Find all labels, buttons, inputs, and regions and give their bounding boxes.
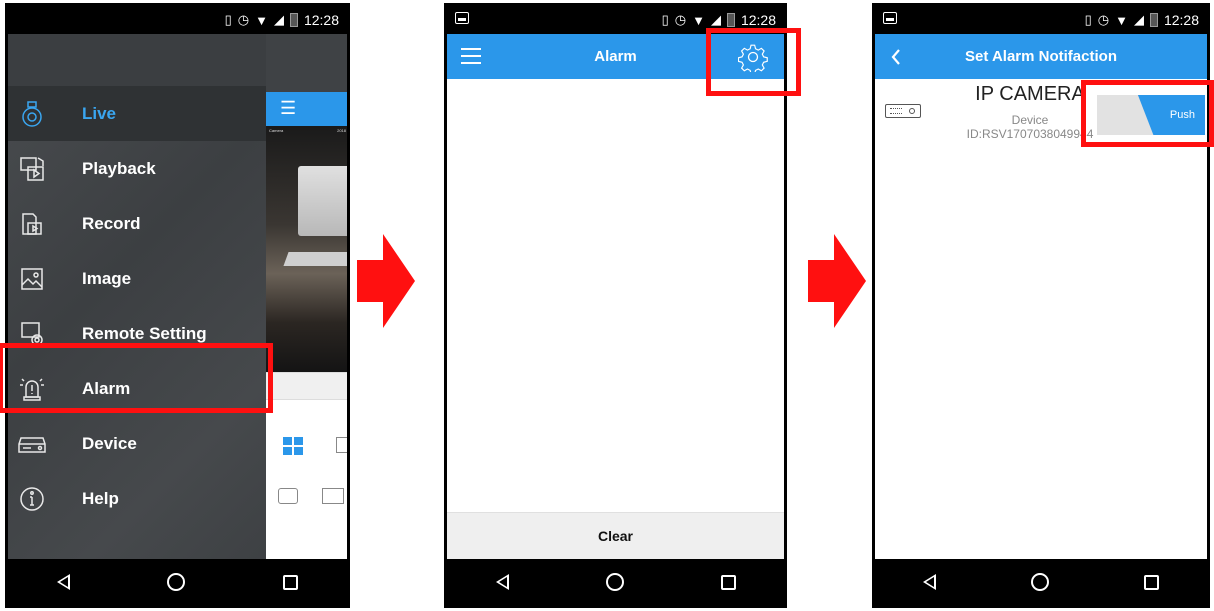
- menu-label-playback: Playback: [82, 158, 156, 178]
- phone-screen-menu: ▯ ◷ ▼ ◢ 12:28 ☰ Camera 2018 Live Playbac…: [5, 3, 350, 608]
- screenshot-notification-icon: [883, 12, 897, 24]
- image-icon: [18, 265, 46, 293]
- alarm-list: [447, 79, 784, 512]
- battery-icon: [1149, 13, 1158, 27]
- camera-label: Camera: [269, 128, 284, 133]
- monitor-icon[interactable]: [336, 437, 347, 453]
- alarm-clock-icon: ◷: [674, 12, 687, 27]
- screenshot-notification-icon: [455, 12, 469, 24]
- wifi-icon: ▼: [692, 12, 705, 28]
- alarm-clock-icon: ◷: [1097, 12, 1110, 27]
- menu-item-playback[interactable]: Playback: [8, 141, 266, 196]
- vibrate-icon: ▯: [661, 12, 669, 27]
- navigation-drawer: Live Playback Record Image Remote Settin…: [8, 86, 266, 559]
- camera-icon: [18, 100, 46, 128]
- peek-menu-icon[interactable]: ☰: [266, 92, 347, 126]
- dvr-icon: [885, 104, 921, 118]
- menu-label-device: Device: [82, 433, 137, 453]
- back-nav-icon[interactable]: [495, 574, 509, 590]
- signal-icon: ◢: [273, 12, 284, 27]
- highlight-settings-gear: [706, 28, 801, 96]
- menu-label-remote-setting: Remote Setting: [82, 323, 207, 343]
- alarm-clock-icon: ◷: [237, 12, 250, 27]
- vibrate-icon: ▯: [224, 12, 232, 27]
- home-nav-icon[interactable]: [1030, 573, 1049, 591]
- vibrate-icon: ▯: [1084, 12, 1092, 27]
- menu-item-record[interactable]: Record: [8, 196, 266, 251]
- peek-strip: [266, 372, 347, 400]
- recents-nav-icon[interactable]: [720, 574, 736, 590]
- drawer-header: [8, 34, 266, 86]
- page-title: Set Alarm Notifaction: [965, 48, 1117, 65]
- status-time: 12:28: [1163, 12, 1199, 28]
- highlight-push-toggle: [1081, 80, 1214, 147]
- record-icon: [18, 210, 46, 238]
- clear-button[interactable]: Clear: [447, 512, 784, 559]
- menu-label-help: Help: [82, 488, 119, 508]
- status-bar: ▯ ◷ ▼ ◢ 12:28: [875, 6, 1207, 34]
- system-nav-bar: [875, 559, 1207, 605]
- status-time: 12:28: [303, 12, 339, 28]
- home-nav-icon[interactable]: [167, 573, 186, 591]
- peek-header-shade: [266, 34, 347, 92]
- menu-label-live: Live: [82, 103, 117, 123]
- signal-icon: ◢: [710, 12, 721, 27]
- video-monitor-shape: [298, 166, 347, 236]
- battery-icon: [726, 13, 735, 27]
- menu-item-device[interactable]: Device: [8, 416, 266, 471]
- status-time: 12:28: [740, 12, 776, 28]
- main-view-peek[interactable]: ☰ Camera 2018: [266, 34, 347, 559]
- app-top-bar: Set Alarm Notifaction: [875, 34, 1207, 79]
- folder-icon[interactable]: [322, 488, 344, 504]
- arrow-right-icon: [808, 234, 866, 328]
- status-bar: ▯ ◷ ▼ ◢ 12:28: [8, 6, 347, 34]
- playback-icon: [18, 155, 46, 183]
- grid-layout-icon[interactable]: [283, 437, 303, 455]
- device-icon: [18, 430, 46, 458]
- camera-number: 2018: [337, 128, 346, 133]
- snapshot-icon[interactable]: [278, 488, 298, 504]
- menu-item-help[interactable]: Help: [8, 471, 266, 526]
- recents-nav-icon[interactable]: [283, 574, 299, 590]
- highlight-alarm-menu: [0, 343, 273, 413]
- live-video-preview: Camera 2018: [266, 126, 347, 372]
- arrow-right-icon: [357, 234, 415, 328]
- back-nav-icon[interactable]: [922, 574, 936, 590]
- menu-label-image: Image: [82, 268, 132, 288]
- video-keyboard-shape: [283, 252, 347, 266]
- wifi-icon: ▼: [1115, 12, 1128, 28]
- system-nav-bar: [8, 559, 347, 605]
- menu-item-image[interactable]: Image: [8, 251, 266, 306]
- menu-label-record: Record: [82, 213, 141, 233]
- menu-item-live[interactable]: Live: [8, 86, 266, 141]
- home-nav-icon[interactable]: [605, 573, 624, 591]
- help-icon: [18, 485, 46, 513]
- recents-nav-icon[interactable]: [1144, 574, 1160, 590]
- back-nav-icon[interactable]: [56, 574, 70, 590]
- system-nav-bar: [447, 559, 784, 605]
- wifi-icon: ▼: [255, 12, 268, 28]
- signal-icon: ◢: [1133, 12, 1144, 27]
- battery-icon: [289, 13, 298, 27]
